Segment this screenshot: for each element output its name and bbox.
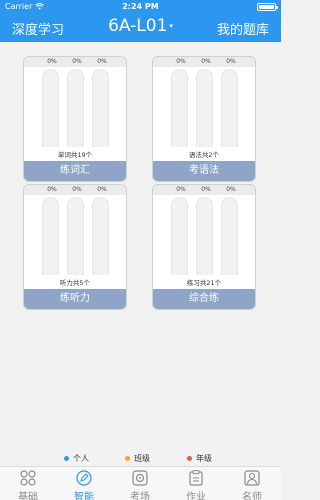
grade-dot [187,456,192,461]
tab-teachers[interactable]: 名师 [224,467,280,500]
tab-basics[interactable]: 基础 [0,467,56,500]
card-subtitle: 语法共2个 [188,151,220,159]
my-question-bank-button[interactable]: 我的题库 [217,19,269,38]
personal-bar [42,197,59,275]
tab-homework[interactable]: 作业 [168,467,224,500]
grade-percent: 0% [226,186,236,193]
class-bar [196,69,213,147]
legend-label: 年级 [196,454,212,463]
legend-label: 个人 [73,454,89,463]
grade-percent: 0% [97,58,107,65]
grade-bar [221,197,238,275]
tab-bar: 基础 智能 考场 作业 名师 [0,466,281,500]
battery-icon [257,3,278,11]
legend-item-class: 班级 [125,453,150,464]
target-icon [132,470,148,486]
comprehensive-card: 0% 0% 0% 练习共21个 综合练 [152,184,256,310]
grade-percent: 0% [226,58,236,65]
unit-title: 6A-L01 [108,16,168,36]
tab-label: 智能 [74,492,94,500]
class-dot [125,456,130,461]
top-bar: Carrier 2:24 PM 深度学习 6A-L01 ▾ 我的题库 [0,0,281,42]
teacher-icon [244,470,260,486]
class-bar [196,197,213,275]
grade-percent: 0% [97,186,107,193]
legend-item-personal: 个人 [64,453,89,464]
card-subtitle: 练习共21个 [186,279,222,287]
legend-label: 班级 [134,454,150,463]
tab-smart[interactable]: 智能 [56,467,112,500]
legend: 个人 班级 年级 [0,453,281,467]
clipboard-icon [189,470,203,486]
card-subtitle: 听力共5个 [59,279,91,287]
pen-circle-icon [76,470,92,486]
test-grammar-button[interactable]: 考语法 [153,161,255,181]
tab-label: 作业 [186,492,206,500]
personal-bar [42,69,59,147]
tab-exam-room[interactable]: 考场 [112,467,168,500]
personal-dot [64,456,69,461]
personal-bar [171,197,188,275]
caret-down-icon: ▾ [169,22,173,30]
vocabulary-card: 0% 0% 0% 单词共19个 练词汇 [23,56,127,182]
grammar-card: 0% 0% 0% 语法共2个 考语法 [152,56,256,182]
grade-bar [92,197,109,275]
status-time: 2:24 PM [122,2,159,11]
personal-bar [171,69,188,147]
class-bar [67,69,84,147]
grade-bar [221,69,238,147]
tab-label: 基础 [18,492,38,500]
practice-vocabulary-button[interactable]: 练词汇 [24,161,126,181]
grid-icon [20,470,36,486]
card-subtitle: 单词共19个 [57,151,93,159]
tab-label: 名师 [242,492,262,500]
listening-card: 0% 0% 0% 听力共5个 练听力 [23,184,127,310]
tab-label: 考场 [130,492,150,500]
practice-listening-button[interactable]: 练听力 [24,289,126,309]
comprehensive-practice-button[interactable]: 综合练 [153,289,255,309]
legend-item-grade: 年级 [187,453,212,464]
status-bar: Carrier 2:24 PM [0,0,281,14]
grade-bar [92,69,109,147]
class-bar [67,197,84,275]
